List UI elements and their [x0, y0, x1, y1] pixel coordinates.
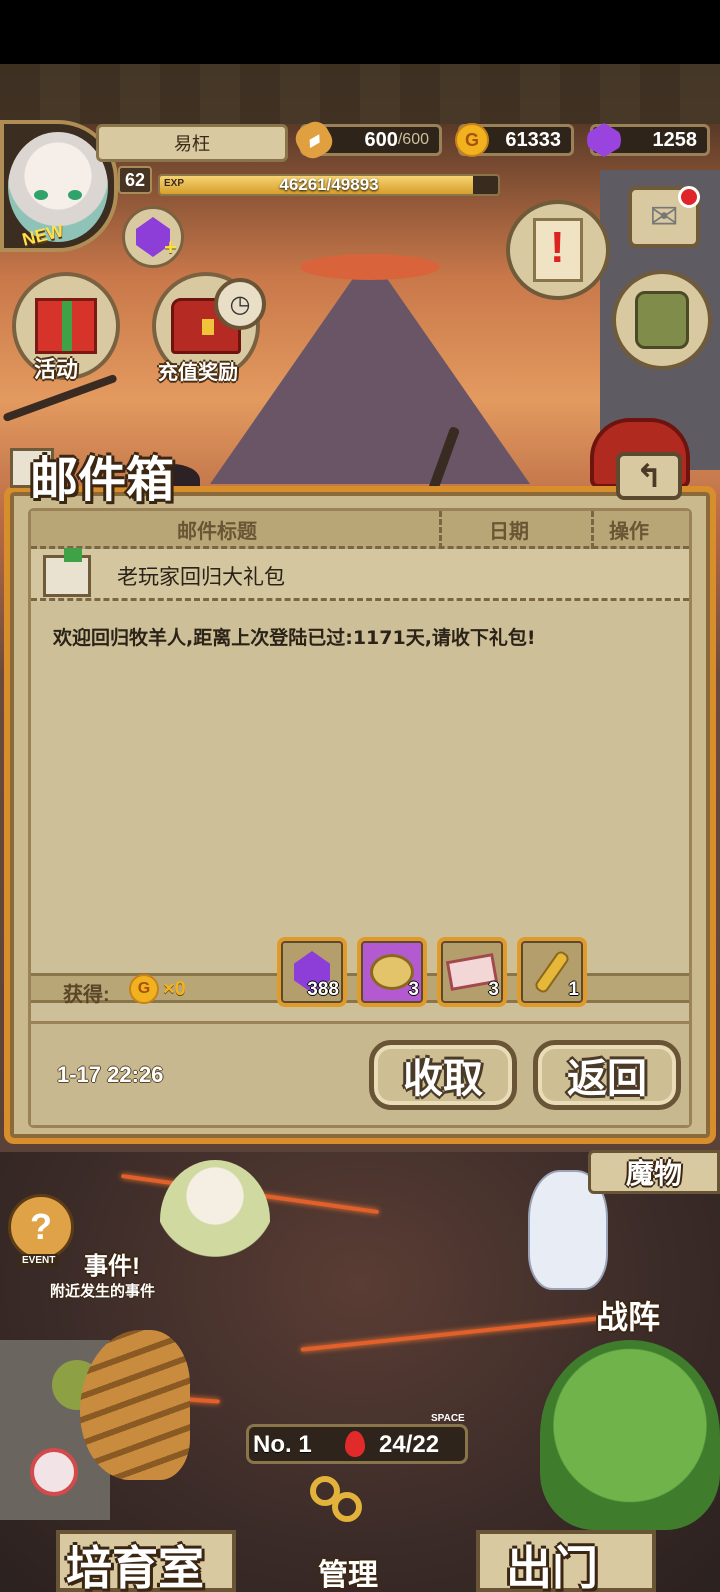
gem-icon: [587, 123, 621, 157]
gold-coin-icon: G: [455, 123, 489, 157]
event-button[interactable]: ? EVENT 事件! 附近发生的事件: [0, 1194, 180, 1304]
mail-subject: 老玩家回归大礼包: [117, 565, 285, 589]
attachment-count: 388: [307, 979, 339, 1000]
avatar-eye: [34, 190, 48, 200]
collect-button[interactable]: 收取: [369, 1040, 517, 1110]
attachment-count: 1: [568, 979, 579, 1000]
activity-label: 活动: [34, 357, 79, 382]
question-icon: ?: [8, 1194, 74, 1260]
exp-value: 46261/49893: [279, 175, 379, 194]
exp-bar: EXP 46261/49893: [158, 174, 500, 196]
attachment-count: 3: [408, 979, 419, 1000]
back-button[interactable]: ↰: [616, 452, 682, 500]
space-count: 24/22: [379, 1431, 440, 1458]
column-date: 日期: [489, 521, 529, 543]
space-tag: SPACE: [431, 1413, 465, 1424]
flame-icon: [345, 1431, 365, 1457]
gold-amount: 61333: [505, 128, 561, 151]
key-icon: [533, 949, 571, 995]
avatar-eye: [68, 190, 82, 200]
envelope-icon: ✉: [649, 197, 679, 237]
obtain-gold-count: ×0: [163, 978, 186, 1000]
mailbox-panel: 邮件标题 日期 操作 老玩家回归大礼包 欢迎回归牧羊人,距离上次登陆已过:117…: [4, 486, 716, 1144]
buy-gems-button[interactable]: +: [122, 206, 184, 268]
status-bar: [0, 0, 720, 64]
attachment-count: 3: [488, 979, 499, 1000]
inventory-bag-button[interactable]: [612, 270, 712, 370]
mail-timestamp: 1-17 22:26: [57, 1062, 164, 1087]
mail-body: 欢迎回归牧羊人,距离上次登陆已过:1171天,请收下礼包!: [53, 627, 536, 649]
stamina-counter[interactable]: ▰ 600/600: [290, 116, 442, 164]
gem-amount: 1258: [652, 128, 698, 151]
rank-label: No. 1: [253, 1431, 312, 1458]
plus-icon: +: [164, 235, 177, 260]
recharge-reward-label: 充值奖励: [158, 362, 238, 384]
manage-button[interactable]: 管理: [318, 1550, 378, 1592]
exit-tree: [540, 1340, 720, 1530]
lava-crack: [300, 1316, 600, 1352]
quest-scroll-button[interactable]: [506, 200, 610, 300]
mail-footer: 1-17 22:26 收取 返回: [31, 1021, 689, 1125]
attachment-gem[interactable]: 388: [277, 937, 347, 1007]
mailbox-title: 邮件箱: [30, 454, 175, 507]
exit-button[interactable]: 出门: [506, 1532, 598, 1592]
gift-box-icon: [35, 298, 97, 354]
keys-icon: [306, 1476, 416, 1546]
stamina-max: /600: [397, 131, 429, 148]
nursery-button[interactable]: 培育室: [66, 1532, 204, 1592]
attachment-key[interactable]: 1: [517, 937, 587, 1007]
volcano-crater: [300, 254, 440, 280]
formation-button[interactable]: 战阵: [596, 1292, 660, 1338]
attachment-gold-bag[interactable]: 3: [357, 937, 427, 1007]
attachment-ticket[interactable]: 3: [437, 937, 507, 1007]
egg-icon: [30, 1448, 78, 1496]
return-button[interactable]: 返回: [533, 1040, 681, 1110]
gold-coin-icon: G: [129, 974, 159, 1004]
mail-list-header: 邮件标题 日期 操作: [31, 511, 689, 549]
player-name: 易枉: [96, 124, 288, 162]
mail-detail: 邮件标题 日期 操作 老玩家回归大礼包 欢迎回归牧羊人,距离上次登陆已过:117…: [28, 508, 692, 1128]
monster-button[interactable]: 魔物: [588, 1150, 720, 1194]
column-divider: [439, 511, 442, 549]
key-ring: [332, 1492, 362, 1522]
event-subtitle: 附近发生的事件: [50, 1282, 156, 1300]
event-tag: EVENT: [18, 1254, 60, 1267]
column-title: 邮件标题: [177, 521, 257, 543]
backpack-icon: [635, 291, 689, 349]
column-action: 操作: [609, 521, 649, 543]
scroll-icon: [533, 218, 583, 282]
gold-counter[interactable]: G 61333: [455, 123, 574, 157]
obtain-label: 获得:: [63, 984, 110, 1006]
stamina-current: 600: [364, 128, 398, 151]
column-divider: [591, 511, 594, 549]
mail-subject-row: 老玩家回归大礼包: [31, 548, 689, 601]
gem-counter[interactable]: 1258: [587, 123, 710, 157]
gift-mail-icon: [43, 548, 91, 597]
back-arrow-icon: ↰: [635, 457, 663, 495]
clock-icon: ◷: [214, 278, 266, 330]
notification-dot: [678, 186, 700, 208]
player-level: 62: [118, 166, 152, 194]
map-strip: [0, 64, 720, 124]
event-title: 事件!: [84, 1253, 140, 1280]
space-counter: No. 1 24/22 SPACE: [246, 1413, 468, 1464]
